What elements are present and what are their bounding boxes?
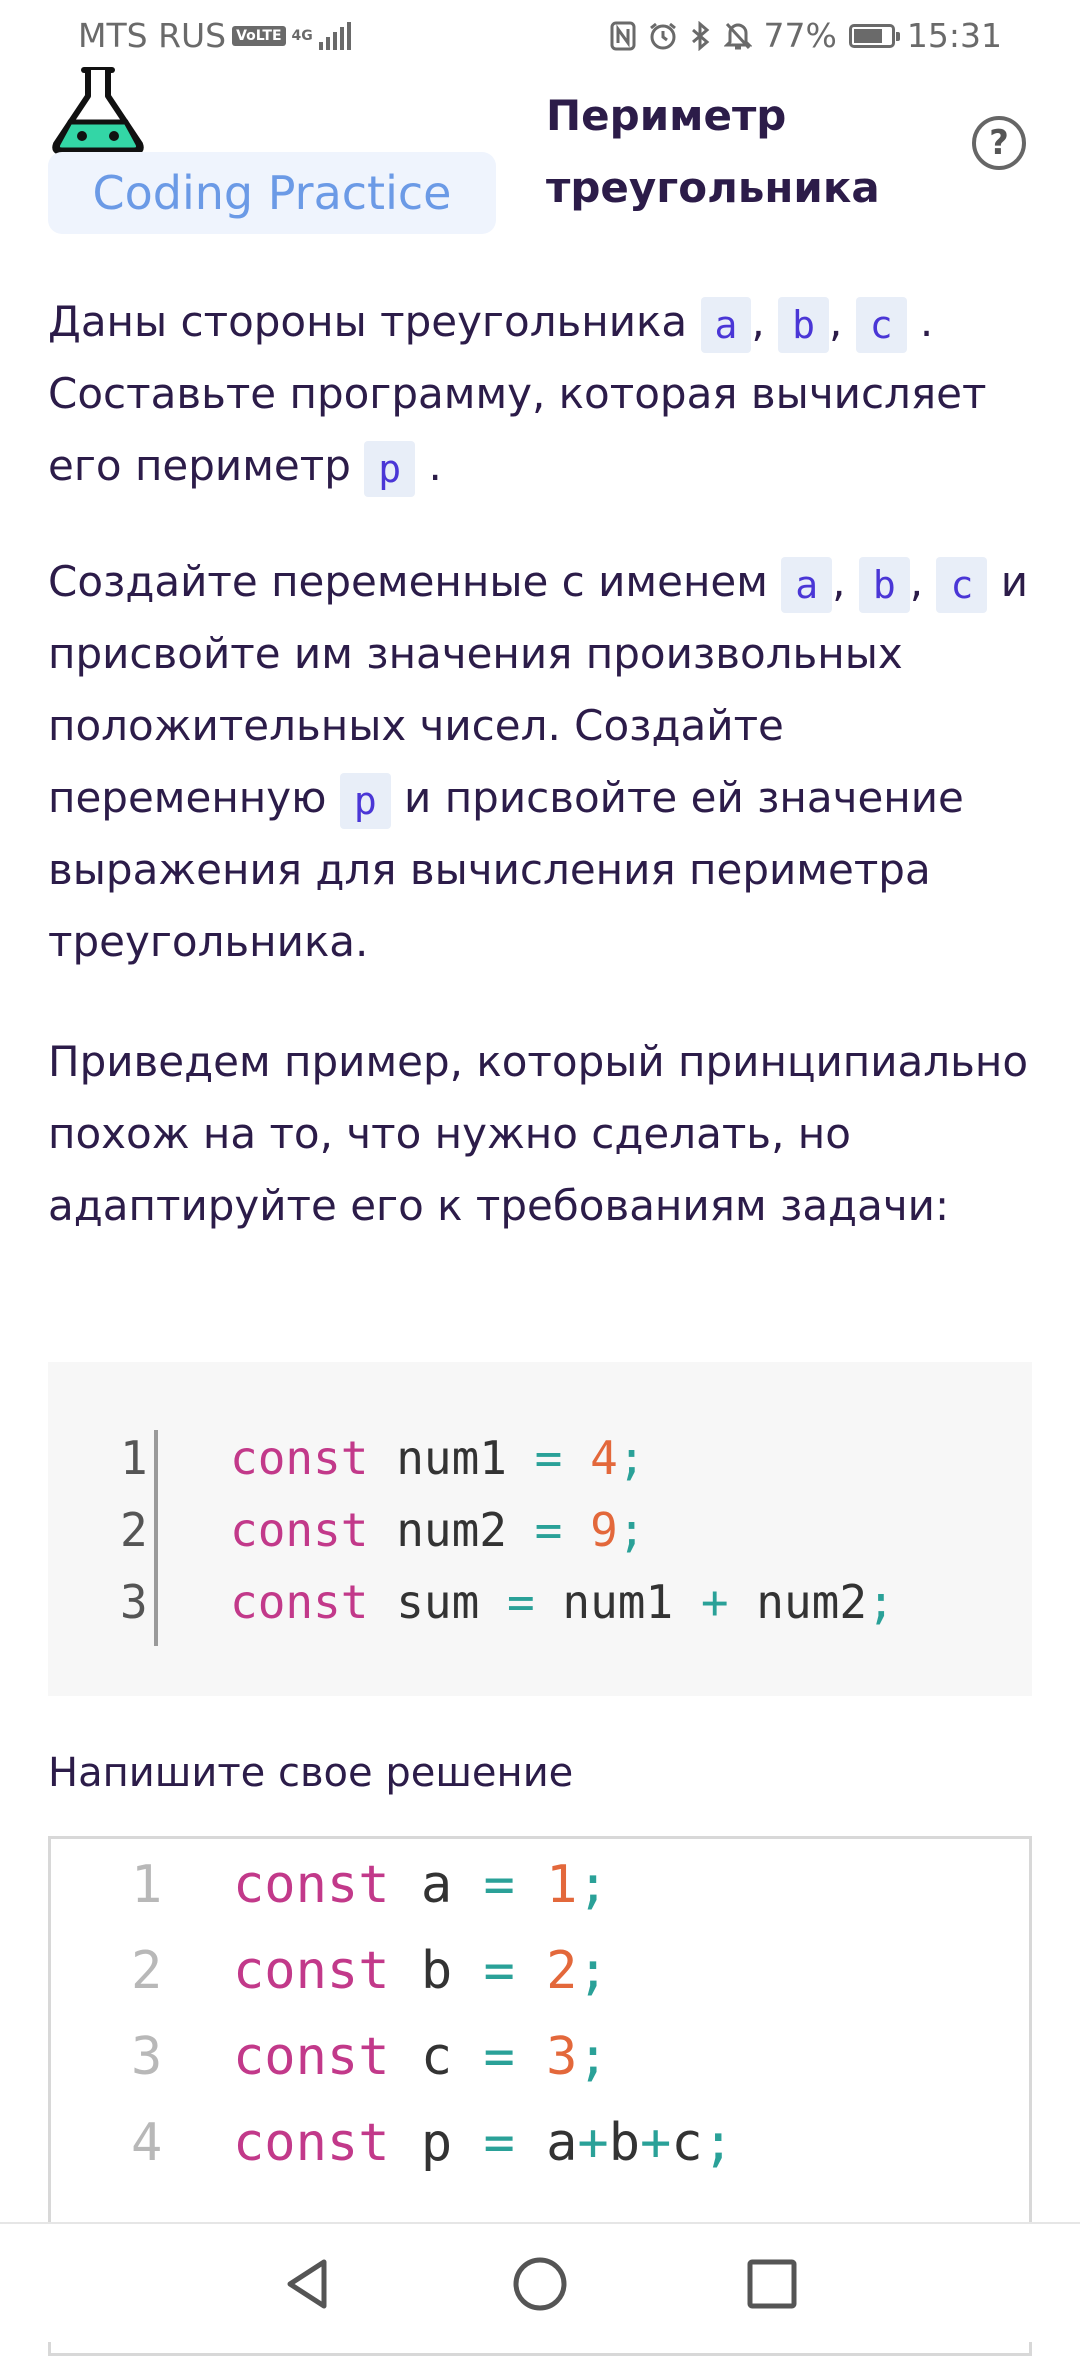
- task-paragraph-3: Приведем пример, который принципиально п…: [48, 1037, 1029, 1230]
- keyword: const: [230, 1431, 369, 1485]
- identifier: b: [608, 2113, 641, 2173]
- identifier: num1: [562, 1575, 674, 1629]
- line-number: 3: [120, 1575, 148, 1629]
- back-icon[interactable]: [278, 2254, 338, 2314]
- signal-icon: [318, 21, 351, 50]
- operator: =: [483, 2113, 515, 2173]
- carrier-name: MTS RUS: [78, 16, 227, 55]
- operator: =: [506, 1575, 535, 1629]
- operator: +: [640, 2113, 672, 2173]
- para-text: ,: [751, 297, 779, 346]
- identifier: b: [420, 1941, 453, 2001]
- line-number: 4: [131, 2113, 163, 2173]
- number-literal: 2: [546, 1941, 578, 2001]
- para-text: .: [415, 441, 442, 490]
- line-number: 1: [131, 1855, 163, 1915]
- semicolon: ;: [867, 1575, 895, 1629]
- help-button[interactable]: ?: [972, 116, 1026, 170]
- inline-code-c: c: [855, 296, 907, 353]
- home-icon[interactable]: [510, 2254, 570, 2314]
- keyword: const: [230, 1503, 369, 1557]
- page-title-line2: треугольника: [546, 163, 880, 212]
- operator: +: [700, 1575, 729, 1629]
- inline-code-a: a: [781, 556, 833, 613]
- para-text: Даны стороны треугольника: [48, 297, 701, 346]
- identifier: a: [420, 1855, 453, 1915]
- inline-code-p: p: [364, 440, 416, 497]
- inline-code-c: c: [936, 556, 988, 613]
- battery-percent: 77%: [763, 16, 837, 55]
- keyword: const: [233, 1941, 390, 2001]
- battery-icon: [848, 23, 900, 48]
- semicolon: ;: [617, 1503, 646, 1557]
- solution-label: Напишите свое решение: [48, 1750, 574, 1796]
- identifier: num1: [396, 1431, 507, 1485]
- operator: =: [534, 1431, 563, 1485]
- system-nav-bar: [0, 2222, 1080, 2342]
- page-title-line1: Периметр: [546, 91, 787, 140]
- semicolon: ;: [617, 1431, 646, 1485]
- identifier: a: [546, 2113, 578, 2173]
- para-text: Создайте переменные с именем: [48, 557, 782, 606]
- number-literal: 9: [590, 1503, 618, 1557]
- inline-code-b: b: [778, 296, 829, 353]
- keyword: const: [230, 1575, 369, 1629]
- keyword: const: [233, 2113, 390, 2173]
- status-right: 77% 15:31: [610, 16, 1002, 55]
- task-paragraph-1: Даны стороны треугольника a, b, c . Сост…: [48, 286, 1038, 502]
- operator: =: [534, 1503, 563, 1557]
- semicolon: ;: [577, 2027, 609, 2087]
- task-paragraph-2: Создайте переменные с именем a, b, c и п…: [48, 546, 1038, 978]
- alarm-icon: [648, 21, 678, 51]
- operator: +: [577, 2113, 609, 2173]
- nfc-icon: [610, 21, 636, 51]
- clock: 15:31: [906, 16, 1002, 55]
- identifier: c: [671, 2113, 703, 2173]
- line-number: 2: [120, 1503, 148, 1557]
- semicolon: ;: [577, 1941, 609, 2001]
- line-number: 2: [131, 1941, 163, 2001]
- brand-label: Coding Practice: [48, 152, 496, 234]
- keyword: const: [233, 2027, 390, 2087]
- network-type: 4G: [291, 27, 313, 44]
- identifier: num2: [396, 1503, 507, 1557]
- page-title: Периметр треугольника: [546, 80, 886, 224]
- mute-icon: [723, 21, 752, 51]
- bluetooth-icon: [690, 20, 712, 51]
- inline-code-a: a: [700, 296, 752, 353]
- status-bar: MTS RUS VoLTE 4G 77% 15:31: [0, 0, 1080, 70]
- number-literal: 3: [546, 2027, 578, 2087]
- semicolon: ;: [577, 1855, 609, 1915]
- flask-logo-icon: [48, 66, 148, 160]
- keyword: const: [233, 1855, 390, 1915]
- identifier: p: [420, 2113, 453, 2173]
- line-number: 1: [120, 1431, 148, 1485]
- volte-icon: VoLTE: [232, 25, 286, 46]
- line-number: 3: [131, 2027, 163, 2087]
- recents-icon[interactable]: [742, 2254, 802, 2314]
- semicolon: ;: [702, 2113, 734, 2173]
- inline-code-p: p: [339, 772, 391, 829]
- number-literal: 1: [546, 1855, 578, 1915]
- identifier: sum: [396, 1575, 480, 1629]
- example-code-block: 1 const num1 = 4; 2 const num2 = 9; 3 co…: [48, 1362, 1032, 1696]
- operator: =: [483, 2027, 515, 2087]
- number-literal: 4: [590, 1431, 618, 1485]
- status-left: MTS RUS VoLTE 4G: [78, 16, 351, 55]
- identifier: num2: [756, 1575, 868, 1629]
- operator: =: [483, 1941, 515, 2001]
- battery-fill: [853, 28, 882, 43]
- inline-code-b: b: [858, 556, 910, 613]
- para-text: ,: [832, 557, 859, 606]
- operator: =: [483, 1855, 515, 1915]
- identifier: c: [420, 2027, 453, 2087]
- para-text: ,: [909, 557, 937, 606]
- para-text: ,: [828, 297, 856, 346]
